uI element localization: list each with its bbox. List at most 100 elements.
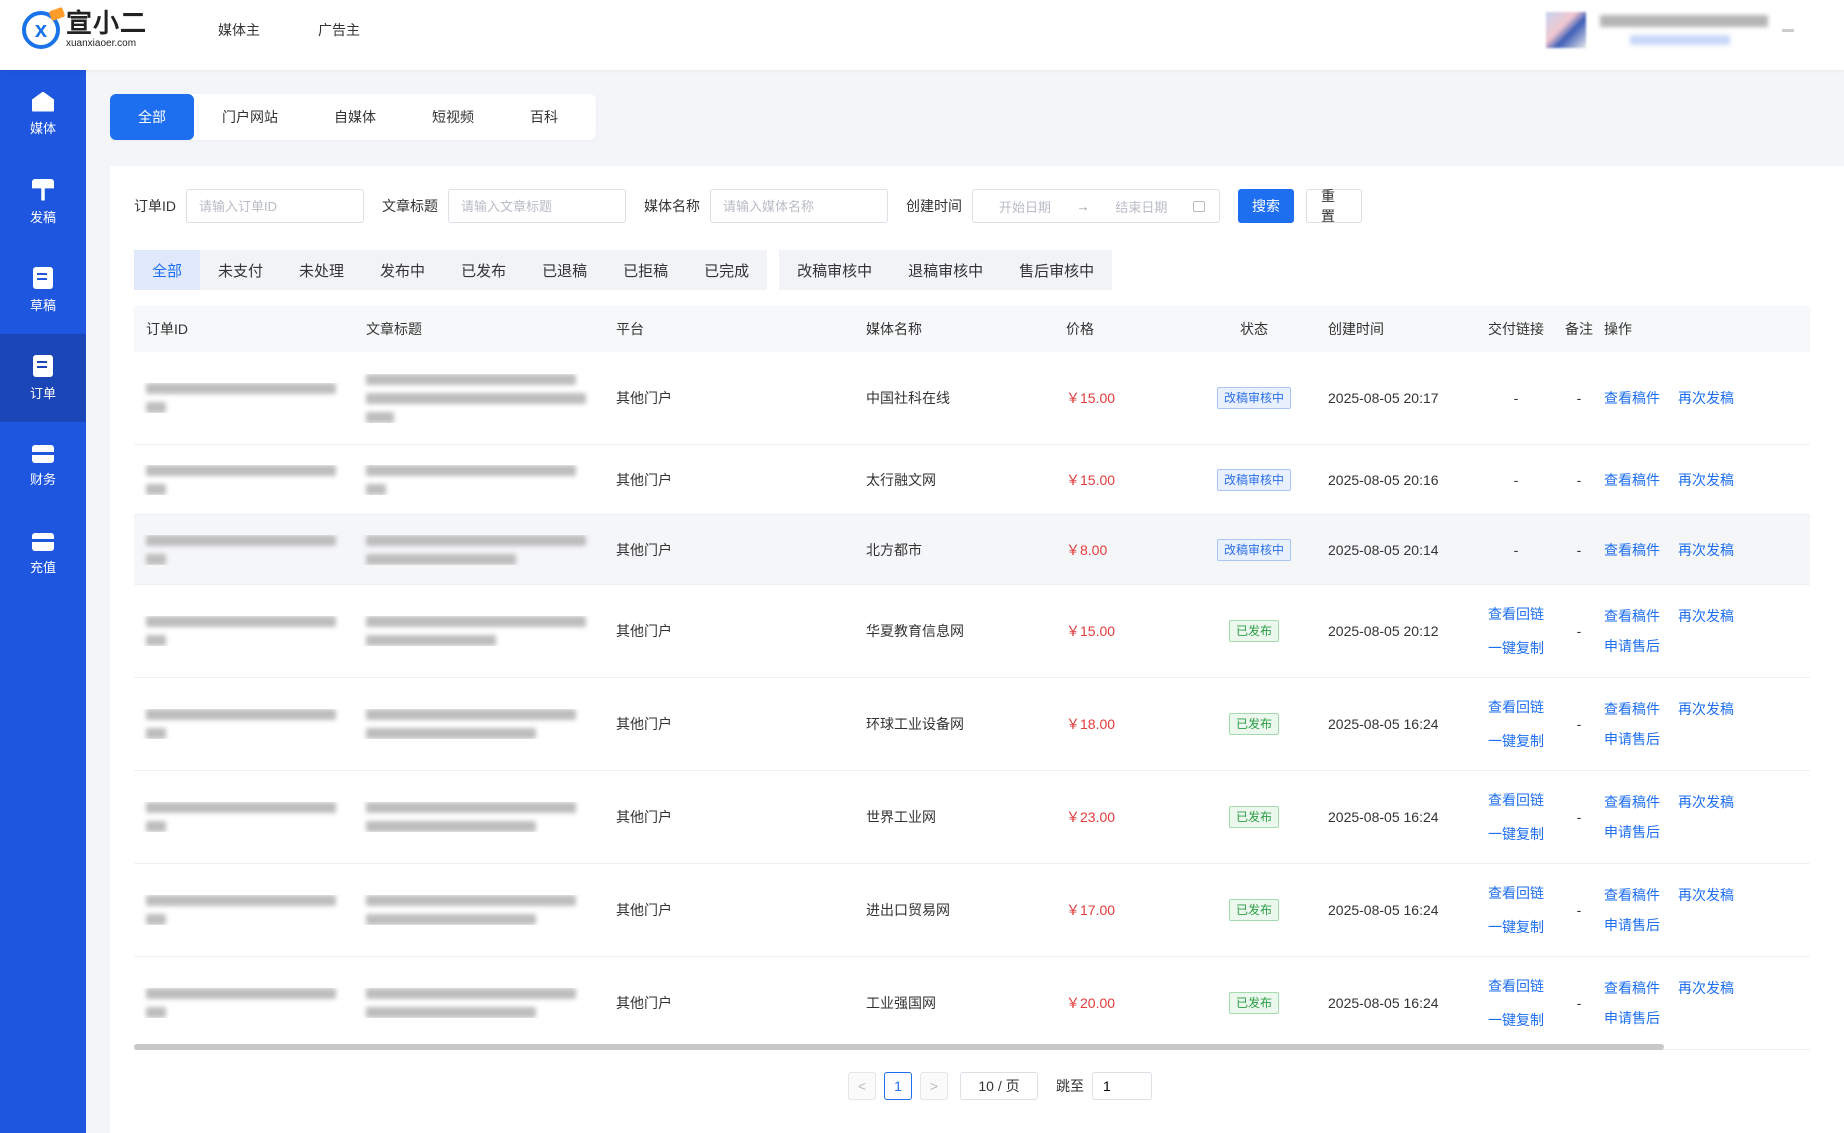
after-sale-link[interactable]: 申请售后 xyxy=(1604,1008,1794,1028)
status-tab-all[interactable]: 全部 xyxy=(134,250,201,290)
media-name-input[interactable] xyxy=(710,189,888,223)
prev-page-button[interactable]: < xyxy=(848,1072,876,1100)
sidebar-item-drafts[interactable]: 草稿 xyxy=(0,246,86,334)
tab-encyclopedia[interactable]: 百科 xyxy=(502,94,586,140)
pagination: < 1 > 10 / 页 跳至 xyxy=(848,1072,1152,1100)
republish-link[interactable]: 再次发稿 xyxy=(1678,540,1734,560)
tab-short-video[interactable]: 短视频 xyxy=(404,94,502,140)
status-tab-returned[interactable]: 已退稿 xyxy=(524,250,605,290)
copy-link-button[interactable]: 一键复制 xyxy=(1488,917,1544,937)
table-row[interactable]: 其他门户 太行融文网 ￥15.00 改稿审核中 2025-08-05 20:16… xyxy=(134,445,1810,515)
view-backlink-link[interactable]: 查看回链 xyxy=(1488,697,1544,717)
order-icon xyxy=(33,354,53,377)
scrollbar-thumb[interactable] xyxy=(134,1044,1664,1050)
brand-name: 宣小二 xyxy=(66,8,148,38)
copy-link-button[interactable]: 一键复制 xyxy=(1488,824,1544,844)
date-range-picker[interactable]: 开始日期 → 结束日期 xyxy=(972,189,1220,223)
arrow-right-icon: → xyxy=(1076,198,1090,214)
status-tab-unpaid[interactable]: 未支付 xyxy=(200,250,281,290)
top-nav-advertiser[interactable]: 广告主 xyxy=(318,20,360,40)
orders-table: 订单ID 文章标题 平台 媒体名称 价格 状态 创建时间 交付链接 备注 操作 … xyxy=(134,306,1810,1050)
title-label: 文章标题 xyxy=(382,198,438,214)
start-date[interactable]: 开始日期 xyxy=(999,197,1051,216)
wallet-icon xyxy=(32,444,54,463)
tab-portal[interactable]: 门户网站 xyxy=(194,94,306,140)
brand-logo[interactable]: x 宣小二 xuanxiaoer.com xyxy=(22,10,147,49)
title-redacted xyxy=(354,709,604,739)
view-backlink-link[interactable]: 查看回链 xyxy=(1488,604,1544,624)
sidebar-item-orders[interactable]: 订单 xyxy=(0,334,86,422)
status-tab-aftersale-review[interactable]: 售后审核中 xyxy=(1001,250,1112,290)
status-tab-publishing[interactable]: 发布中 xyxy=(362,250,443,290)
title-redacted xyxy=(354,802,604,832)
title-redacted xyxy=(354,373,604,423)
republish-link[interactable]: 再次发稿 xyxy=(1678,470,1734,490)
billboard-icon xyxy=(32,178,54,201)
republish-link[interactable]: 再次发稿 xyxy=(1678,606,1734,626)
republish-link[interactable]: 再次发稿 xyxy=(1678,388,1734,408)
sidebar-item-publish[interactable]: 发稿 xyxy=(0,158,86,246)
view-draft-link[interactable]: 查看稿件 xyxy=(1604,470,1660,490)
chevron-down-icon[interactable] xyxy=(1782,28,1794,32)
table-row[interactable]: 其他门户 世界工业网 ￥23.00 已发布 2025-08-05 16:24 查… xyxy=(134,771,1810,864)
jump-page-input[interactable] xyxy=(1092,1072,1152,1100)
sidebar-item-recharge[interactable]: 充值 xyxy=(0,510,86,598)
after-sale-link[interactable]: 申请售后 xyxy=(1604,636,1794,656)
next-page-button[interactable]: > xyxy=(920,1072,948,1100)
title-redacted xyxy=(354,534,604,565)
page-number-current[interactable]: 1 xyxy=(884,1072,912,1100)
view-backlink-link[interactable]: 查看回链 xyxy=(1488,976,1544,996)
copy-link-button[interactable]: 一键复制 xyxy=(1488,731,1544,751)
sidebar-item-media[interactable]: 媒体 xyxy=(0,70,86,158)
view-draft-link[interactable]: 查看稿件 xyxy=(1604,606,1660,626)
main-content: 全部 门户网站 自媒体 短视频 百科 订单ID 文章标题 媒体名称 创建时间 开… xyxy=(86,70,1844,1133)
view-draft-link[interactable]: 查看稿件 xyxy=(1604,885,1660,905)
tab-all[interactable]: 全部 xyxy=(110,94,194,140)
status-badge: 改稿审核中 xyxy=(1216,387,1291,409)
status-tab-published[interactable]: 已发布 xyxy=(443,250,524,290)
tab-self-media[interactable]: 自媒体 xyxy=(306,94,404,140)
republish-link[interactable]: 再次发稿 xyxy=(1678,699,1734,719)
table-row[interactable]: 其他门户 环球工业设备网 ￥18.00 已发布 2025-08-05 16:24… xyxy=(134,678,1810,771)
jump-label: 跳至 xyxy=(1056,1078,1084,1094)
status-tab-return-review[interactable]: 退稿审核中 xyxy=(890,250,1001,290)
title-input[interactable] xyxy=(448,189,626,223)
avatar[interactable] xyxy=(1546,12,1586,48)
reset-button[interactable]: 重置 xyxy=(1306,188,1362,224)
view-draft-link[interactable]: 查看稿件 xyxy=(1604,699,1660,719)
table-row[interactable]: 其他门户 工业强国网 ￥20.00 已发布 2025-08-05 16:24 查… xyxy=(134,957,1810,1050)
view-backlink-link[interactable]: 查看回链 xyxy=(1488,883,1544,903)
view-draft-link[interactable]: 查看稿件 xyxy=(1604,540,1660,560)
user-menu[interactable] xyxy=(1546,12,1794,48)
view-backlink-link[interactable]: 查看回链 xyxy=(1488,790,1544,810)
table-row[interactable]: 其他门户 中国社科在线 ￥15.00 改稿审核中 2025-08-05 20:1… xyxy=(134,352,1810,445)
sidebar-item-finance[interactable]: 财务 xyxy=(0,422,86,510)
view-draft-link[interactable]: 查看稿件 xyxy=(1604,388,1660,408)
republish-link[interactable]: 再次发稿 xyxy=(1678,885,1734,905)
copy-link-button[interactable]: 一键复制 xyxy=(1488,1010,1544,1030)
order-id-input[interactable] xyxy=(186,189,364,223)
status-tab-unprocessed[interactable]: 未处理 xyxy=(281,250,362,290)
order-id-redacted xyxy=(134,534,354,565)
top-nav-media-owner[interactable]: 媒体主 xyxy=(218,20,260,40)
media-type-tabs: 全部 门户网站 自媒体 短视频 百科 xyxy=(110,94,596,140)
status-badge: 已发布 xyxy=(1228,620,1279,642)
after-sale-link[interactable]: 申请售后 xyxy=(1604,822,1794,842)
search-button[interactable]: 搜索 xyxy=(1238,189,1294,223)
horizontal-scrollbar[interactable] xyxy=(134,1044,1810,1052)
end-date[interactable]: 结束日期 xyxy=(1115,197,1167,216)
copy-link-button[interactable]: 一键复制 xyxy=(1488,638,1544,658)
table-row[interactable]: 其他门户 华夏教育信息网 ￥15.00 已发布 2025-08-05 20:12… xyxy=(134,585,1810,678)
republish-link[interactable]: 再次发稿 xyxy=(1678,792,1734,812)
status-tab-completed[interactable]: 已完成 xyxy=(686,250,767,290)
republish-link[interactable]: 再次发稿 xyxy=(1678,978,1734,998)
view-draft-link[interactable]: 查看稿件 xyxy=(1604,792,1660,812)
view-draft-link[interactable]: 查看稿件 xyxy=(1604,978,1660,998)
page-size-select[interactable]: 10 / 页 xyxy=(960,1072,1038,1100)
table-row[interactable]: 其他门户 北方都市 ￥8.00 改稿审核中 2025-08-05 20:14 -… xyxy=(134,515,1810,585)
status-tab-revision-review[interactable]: 改稿审核中 xyxy=(779,250,890,290)
after-sale-link[interactable]: 申请售后 xyxy=(1604,915,1794,935)
after-sale-link[interactable]: 申请售后 xyxy=(1604,729,1794,749)
table-row[interactable]: 其他门户 进出口贸易网 ￥17.00 已发布 2025-08-05 16:24 … xyxy=(134,864,1810,957)
status-tab-rejected[interactable]: 已拒稿 xyxy=(605,250,686,290)
